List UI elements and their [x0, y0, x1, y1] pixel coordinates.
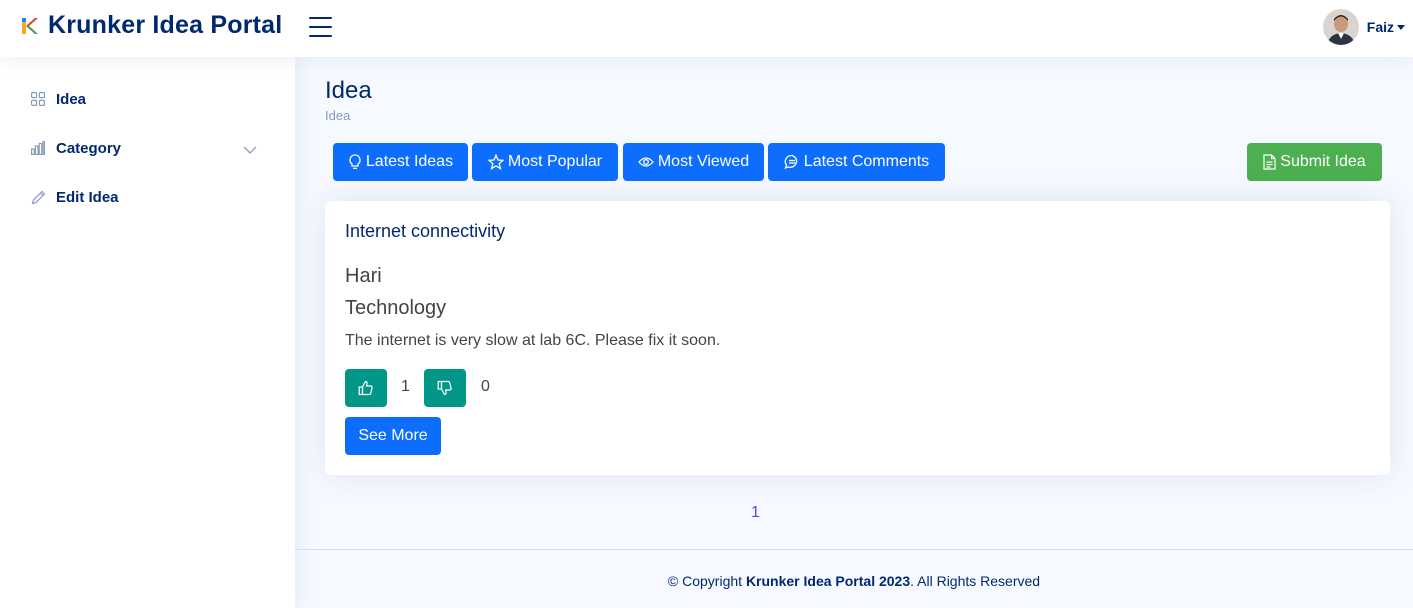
button-label: Submit Idea [1280, 153, 1366, 170]
avatar [1322, 9, 1359, 45]
caret-down-icon [1397, 24, 1405, 30]
pagination-page-1[interactable]: 1 [745, 504, 766, 522]
thumbs-down-icon [437, 380, 452, 396]
eye-icon [637, 157, 654, 167]
k-logo-icon [20, 12, 40, 40]
copyright-suffix: . All Rights Reserved [910, 573, 1041, 589]
idea-title: Internet connectivity [345, 221, 506, 241]
button-label: Latest Comments [803, 153, 930, 170]
chat-icon [784, 154, 797, 170]
bar-chart-icon [30, 140, 46, 156]
idea-card: Internet connectivity Hari Technology Th… [325, 201, 1390, 475]
idea-category: Technology [345, 297, 447, 319]
dislike-button[interactable] [424, 369, 466, 407]
idea-author: Hari [345, 265, 382, 287]
like-count: 1 [401, 378, 410, 395]
top-header: Krunker Idea Portal Faiz [0, 0, 1413, 57]
app-title: Krunker Idea Portal [48, 11, 283, 39]
menu-line-icon [309, 26, 332, 28]
idea-description: The internet is very slow at lab 6C. Ple… [345, 332, 721, 349]
sidebar-item-label: Edit Idea [56, 188, 119, 206]
footer: © Copyright Krunker Idea Portal 2023. Al… [295, 549, 1413, 608]
user-name: Faiz [1366, 19, 1394, 35]
thumbs-up-icon [358, 380, 373, 396]
lightbulb-icon [349, 154, 361, 169]
profile-dropdown[interactable]: Faiz [1322, 9, 1405, 45]
latest-comments-button[interactable]: Latest Comments [768, 143, 945, 181]
like-button[interactable] [345, 369, 387, 407]
copyright-prefix: © Copyright [667, 573, 746, 589]
button-label: Most Popular [507, 153, 603, 170]
sidebar-item-idea[interactable]: Idea [20, 79, 275, 119]
copyright-brand: Krunker Idea Portal 2023 [745, 573, 911, 589]
menu-line-icon [309, 17, 332, 19]
button-label: Most Viewed [657, 153, 750, 170]
sidebar-item-label: Idea [56, 90, 87, 108]
brand-logo[interactable]: Krunker Idea Portal [20, 11, 282, 40]
document-icon [1263, 154, 1276, 170]
menu-line-icon [309, 35, 332, 37]
most-popular-button[interactable]: Most Popular [472, 143, 618, 181]
button-label: See More [358, 427, 428, 444]
latest-ideas-button[interactable]: Latest Ideas [333, 143, 468, 181]
page-title: Idea [325, 77, 372, 104]
button-label: Latest Ideas [365, 153, 454, 170]
sidebar: Idea Category Edit Idea [0, 57, 295, 608]
toggle-sidebar-button[interactable] [309, 17, 332, 37]
submit-idea-button[interactable]: Submit Idea [1247, 143, 1382, 181]
breadcrumb[interactable]: Idea [325, 108, 350, 123]
grid-icon [30, 91, 46, 107]
dislike-count: 0 [481, 378, 490, 395]
pencil-icon [30, 189, 46, 205]
see-more-button[interactable]: See More [345, 417, 441, 455]
sidebar-item-category[interactable]: Category [20, 128, 275, 168]
sidebar-item-label: Category [56, 139, 122, 157]
star-icon [487, 154, 504, 170]
copyright-text: © Copyright Krunker Idea Portal 2023. Al… [295, 573, 1413, 589]
chevron-down-icon [243, 142, 257, 160]
most-viewed-button[interactable]: Most Viewed [623, 143, 764, 181]
sidebar-item-edit-idea[interactable]: Edit Idea [20, 177, 275, 217]
